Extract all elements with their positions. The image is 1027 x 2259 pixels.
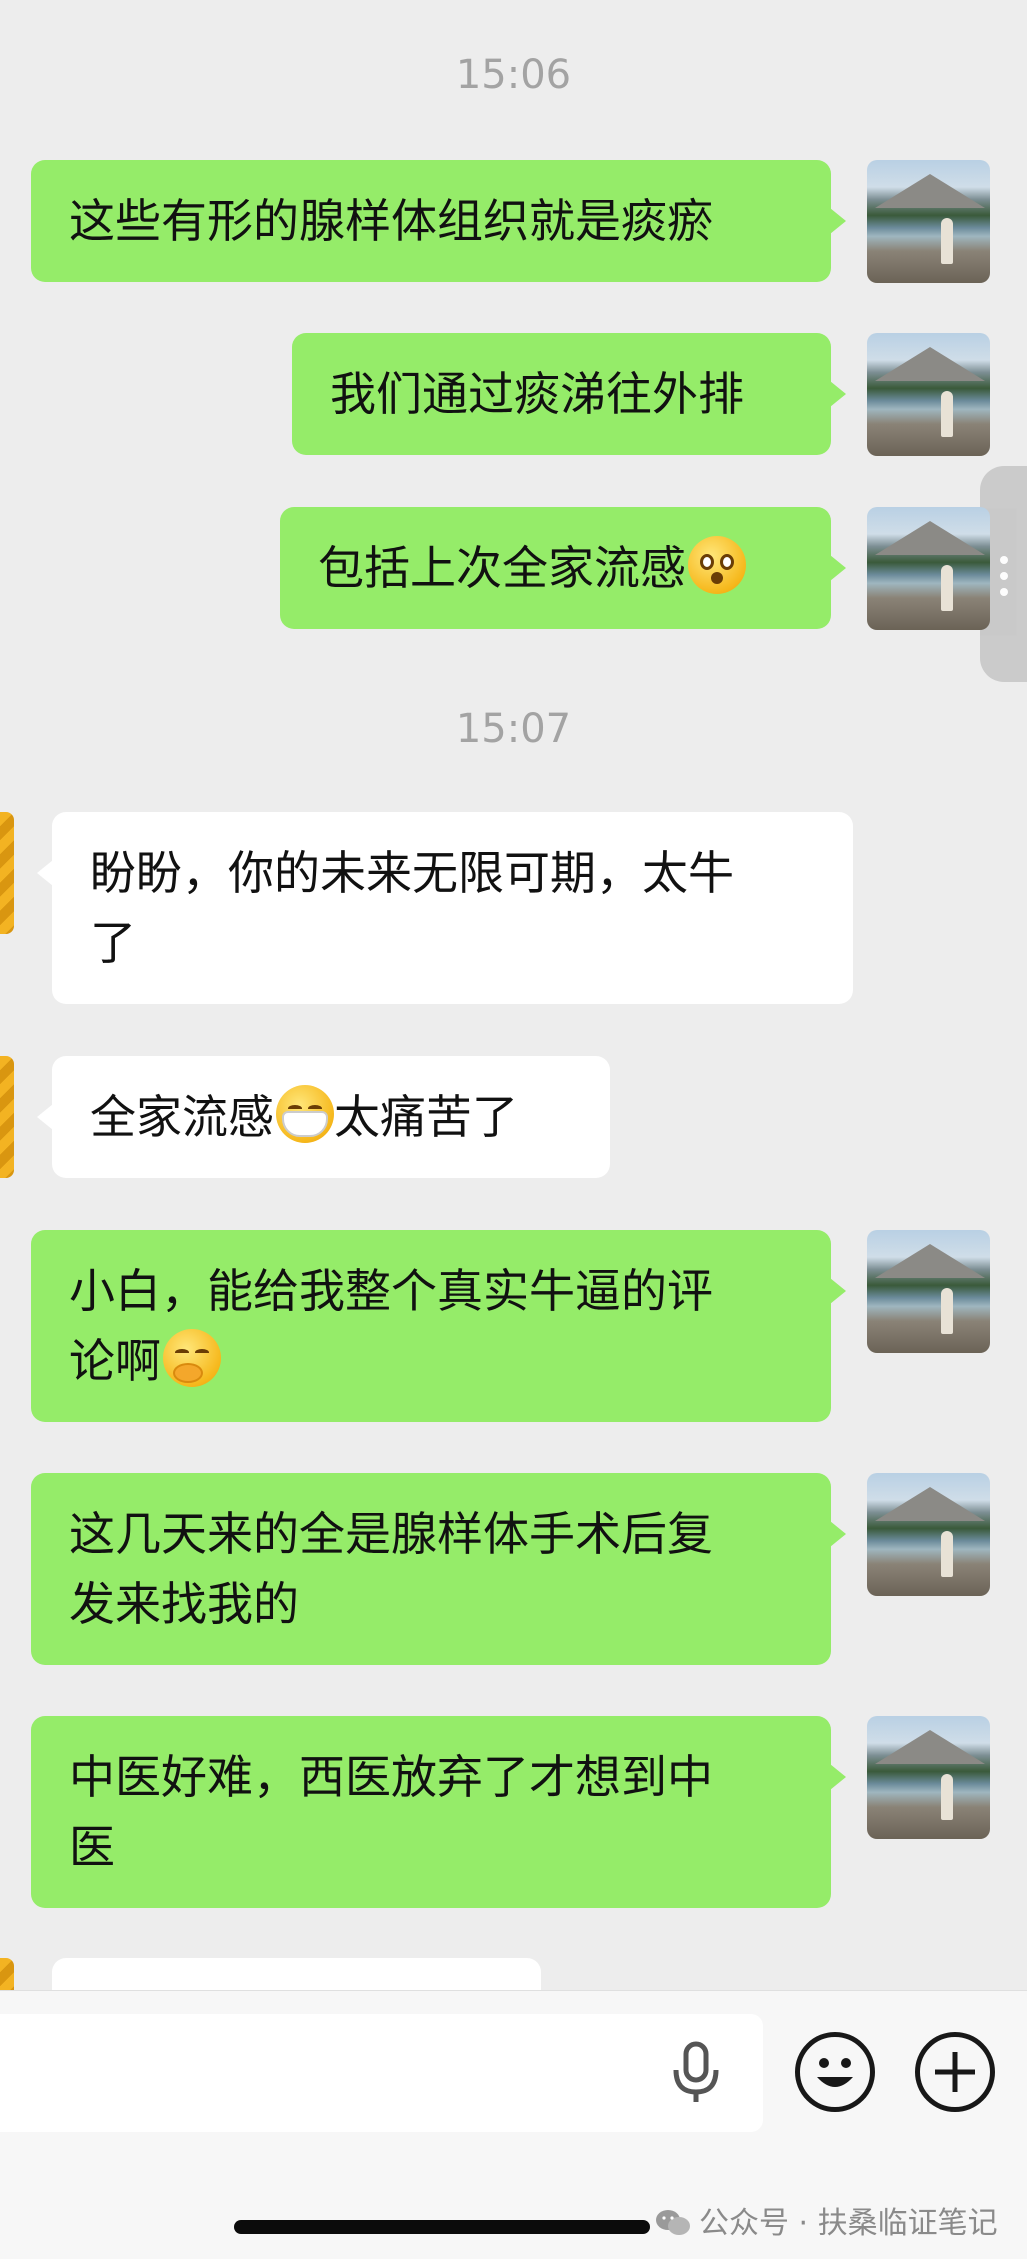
message-bubble-sent[interactable]: 我们通过痰涕往外排 [292,333,846,455]
timestamp: 15:06 [455,52,572,98]
message-text-line: 论啊 [69,1334,161,1388]
avatar[interactable] [867,160,990,283]
message-text-line: 这几天来的全是腺样体手术后复 [69,1507,713,1561]
more-button[interactable] [915,2032,995,2112]
avatar[interactable] [867,333,990,456]
message-text-line: 了 [90,916,136,970]
message-bubble-received[interactable]: 盼盼，你的未来无限可期，太牛 了 [37,812,853,1004]
microphone-icon[interactable] [668,2040,724,2106]
home-indicator[interactable] [234,2220,650,2234]
message-bubble-sent[interactable]: 小白，能给我整个真实牛逼的评 论啊 [31,1230,846,1422]
message-input[interactable] [0,2014,763,2132]
watermark-text: 公众号 · 扶桑临证笔记 [699,2206,998,2241]
emoji-button[interactable] [795,2032,875,2112]
message-text-line: 医 [69,1820,115,1874]
face-with-mask-icon [276,1085,334,1143]
message-text-line: 中医好难，西医放弃了才想到中 [69,1750,713,1804]
message-text: 这些有形的腺样体组织就是痰瘀 [69,194,713,248]
avatar[interactable] [867,1230,990,1353]
message-text: 包括上次全家流感 [318,541,686,595]
watermark: 公众号 · 扶桑临证笔记 [655,2198,998,2242]
message-bubble-sent[interactable]: 这几天来的全是腺样体手术后复 发来找我的 [31,1473,846,1665]
message-text-line: 盼盼，你的未来无限可期，太牛 [90,846,734,900]
flushed-face-icon [688,536,746,594]
timestamp: 15:07 [455,706,572,752]
smiley-icon [817,2058,853,2087]
plus-icon [935,2052,975,2092]
message-text: 全家流感 [90,1090,274,1144]
message-text: 我们通过痰涕往外排 [330,367,744,421]
message-text-line: 小白，能给我整个真实牛逼的评 [69,1264,713,1318]
avatar[interactable] [867,1716,990,1839]
message-bubble-sent[interactable]: 中医好难，西医放弃了才想到中 医 [31,1716,846,1908]
message-text: 太痛苦了 [334,1090,518,1144]
message-text-line: 发来找我的 [69,1577,299,1631]
avatar[interactable] [867,507,990,630]
message-bubble-received[interactable]: 全家流感 太痛苦了 [37,1056,610,1178]
contact-avatar-edge[interactable] [0,1056,14,1178]
contact-avatar-edge[interactable] [0,812,14,934]
hand-over-mouth-icon [163,1329,221,1387]
message-bubble-sent[interactable]: 包括上次全家流感 [280,507,846,629]
wechat-icon [656,2210,690,2235]
message-bubble-sent[interactable]: 这些有形的腺样体组织就是痰瘀 [31,160,846,282]
avatar[interactable] [867,1473,990,1596]
